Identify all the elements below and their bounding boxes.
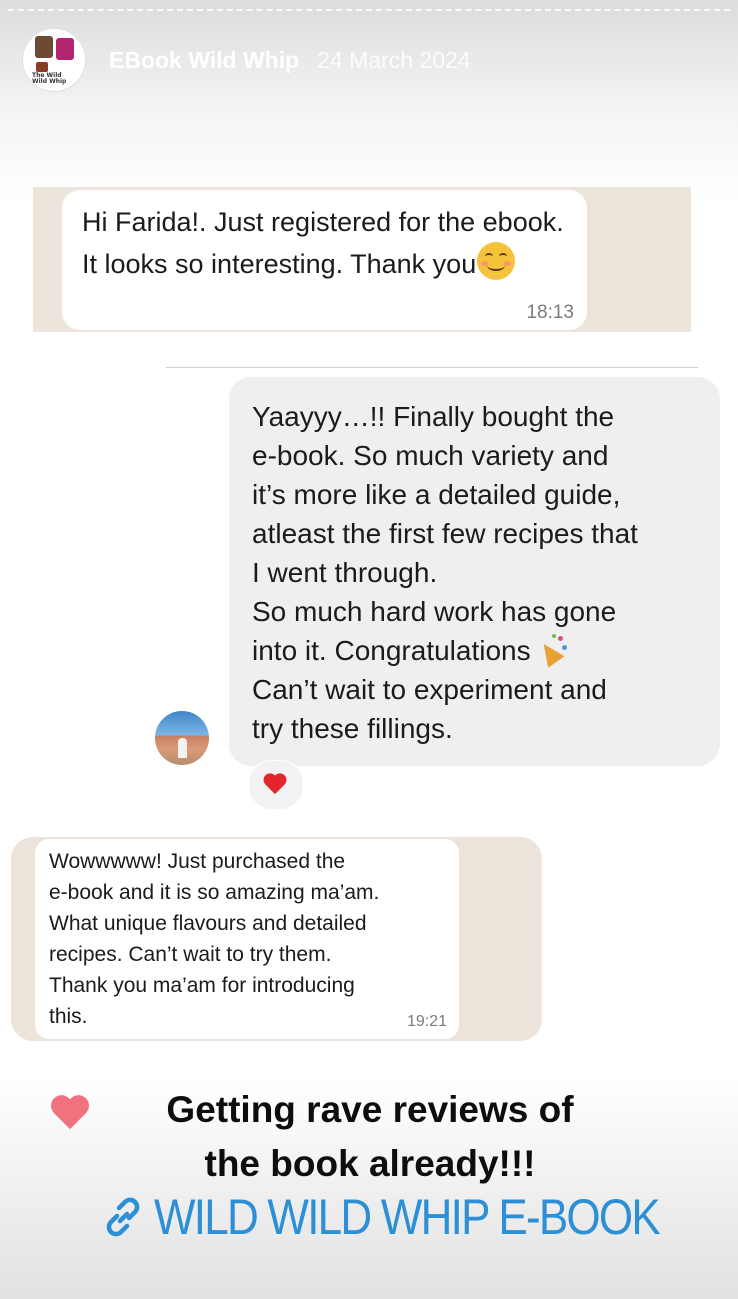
red-heart-icon bbox=[263, 774, 287, 796]
story-progress-bar bbox=[8, 9, 730, 11]
party-popper-icon bbox=[535, 634, 568, 668]
message-line: recipes. Can’t wait to try them. bbox=[49, 943, 332, 966]
smiling-face-icon bbox=[477, 242, 516, 280]
message-line: Wowwwww! Just purchased the bbox=[49, 850, 346, 873]
link-label[interactable]: WILD WILD WHIP E-BOOK bbox=[154, 1188, 661, 1246]
link-sticker[interactable]: WILD WILD WHIP E-BOOK bbox=[100, 1188, 728, 1246]
message-line: What unique flavours and detailed bbox=[49, 912, 367, 935]
message-line: e-book and it is so amazing ma’am. bbox=[49, 881, 380, 904]
divider bbox=[166, 367, 698, 368]
message-text: Yaayyy…!! Finally bought the e-book. So … bbox=[252, 401, 638, 666]
story-header: The Wild Wild Whip EBook Wild Whip 24 Mar… bbox=[22, 28, 471, 92]
message-line: this. bbox=[49, 1005, 88, 1028]
link-icon bbox=[106, 1197, 140, 1237]
message-bubble-2: Yaayyy…!! Finally bought the e-book. So … bbox=[229, 377, 720, 766]
message-text-end: Can’t wait to experiment and try these f… bbox=[252, 674, 607, 744]
message-time: 18:13 bbox=[526, 302, 574, 323]
message-bubble-3: Wowwwww! Just purchased the e-book and i… bbox=[35, 839, 459, 1039]
account-avatar[interactable]: The Wild Wild Whip bbox=[22, 28, 86, 92]
account-name[interactable]: EBook Wild Whip bbox=[109, 47, 299, 74]
avatar-logo-text: The Wild Wild Whip bbox=[32, 72, 67, 85]
caption-line: the book already!!! bbox=[204, 1143, 536, 1184]
message-bubble-1: Hi Farida!. Just registered for the eboo… bbox=[62, 190, 587, 330]
reaction-badge bbox=[248, 760, 304, 810]
story-caption: Getting rave reviews of the book already… bbox=[110, 1083, 630, 1191]
story-date: 24 March 2024 bbox=[317, 46, 471, 73]
caption-line: Getting rave reviews of bbox=[166, 1089, 574, 1130]
message-time: 19:21 bbox=[406, 1013, 447, 1030]
message-line: Thank you ma’am for introducing bbox=[49, 974, 355, 997]
sender-avatar bbox=[155, 711, 209, 765]
heart-sticker-icon bbox=[50, 1096, 90, 1134]
